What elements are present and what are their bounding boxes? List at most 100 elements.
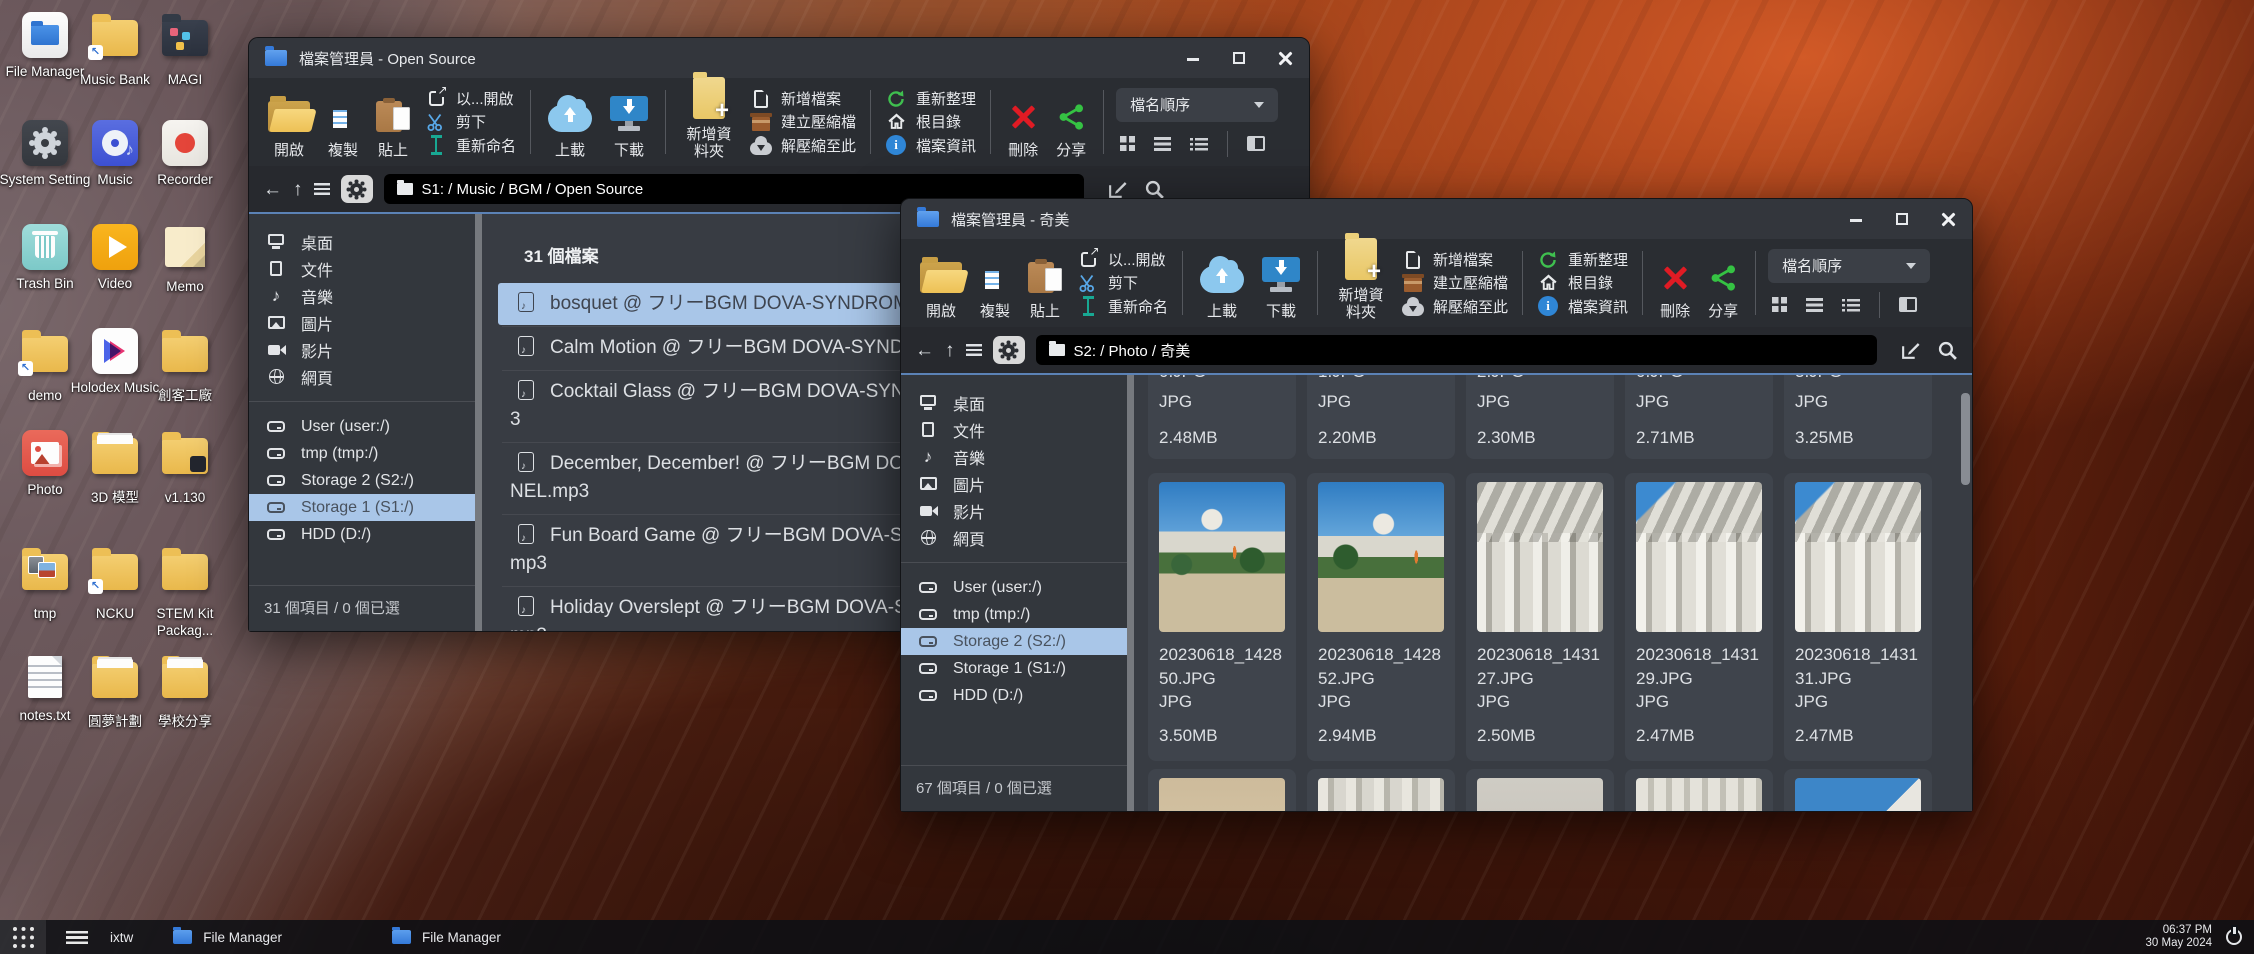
open-button[interactable]: 開啟 xyxy=(911,245,971,321)
back-button[interactable]: ← xyxy=(263,180,282,199)
sidebar-item-web[interactable]: 網頁 xyxy=(249,363,475,390)
cut-button[interactable]: 剪下 xyxy=(425,110,516,133)
new-file-button[interactable]: 新增檔案 xyxy=(750,87,856,110)
up-button[interactable]: ↑ xyxy=(945,341,955,360)
sidebar-splitter[interactable] xyxy=(1127,375,1134,811)
rename-button[interactable]: 重新命名 xyxy=(425,134,516,157)
sidebar-item-documents[interactable]: 文件 xyxy=(901,416,1127,443)
desktop-icon-v1130[interactable]: v1.130 xyxy=(150,430,220,506)
download-button[interactable]: 下載 xyxy=(601,84,657,160)
photo-cell[interactable]: 20230618_143129.JPGJPG2.47MB xyxy=(1625,473,1773,761)
sidebar-item-videos[interactable]: 影片 xyxy=(901,497,1127,524)
photo-cell-partial[interactable]: 0.JPGJPG2.48MB xyxy=(1148,375,1296,459)
sidebar-drive-tmp[interactable]: tmp (tmp:/) xyxy=(249,440,475,467)
file-info-button[interactable]: 檔案資訊 xyxy=(885,134,976,157)
sidebar-item-music[interactable]: ♪音樂 xyxy=(249,282,475,309)
refresh-button[interactable]: 重新整理 xyxy=(885,87,976,110)
address-bar[interactable]: S2: / Photo / 奇美 xyxy=(1036,335,1878,365)
sidebar-item-music[interactable]: ♪音樂 xyxy=(901,443,1127,470)
list-view-button[interactable] xyxy=(1806,298,1823,312)
open-with-button[interactable]: 以...開啟 xyxy=(1077,248,1168,271)
maximize-button[interactable] xyxy=(1894,211,1910,227)
extract-here-button[interactable]: 解壓縮至此 xyxy=(750,134,856,157)
copy-button[interactable]: 複製 xyxy=(319,84,367,160)
open-with-button[interactable]: 以...開啟 xyxy=(425,87,516,110)
sidebar-drive-hdd[interactable]: HDD (D:/) xyxy=(249,521,475,548)
cut-button[interactable]: 剪下 xyxy=(1077,271,1168,294)
vertical-scrollbar[interactable] xyxy=(1961,393,1970,485)
back-button[interactable]: ← xyxy=(915,341,934,360)
up-button[interactable]: ↑ xyxy=(293,180,303,199)
desktop-icon-recorder[interactable]: Recorder xyxy=(150,120,220,188)
taskbar-task-file-manager-1[interactable]: File Manager xyxy=(159,920,296,954)
grid-view-button[interactable] xyxy=(1120,136,1135,151)
maximize-button[interactable] xyxy=(1231,50,1247,66)
sidebar-drive-storage2-selected[interactable]: Storage 2 (S2:/) xyxy=(901,628,1127,655)
share-button[interactable]: 分享 xyxy=(1047,84,1095,160)
close-button[interactable] xyxy=(1277,50,1293,66)
sort-order-dropdown[interactable]: 檔名順序 xyxy=(1768,249,1930,283)
detail-view-button[interactable] xyxy=(1190,137,1208,151)
photo-cell-partial[interactable] xyxy=(1466,769,1614,811)
sidebar-item-pictures[interactable]: 圖片 xyxy=(901,470,1127,497)
desktop-icon-stem-kit[interactable]: STEM Kit Packag... xyxy=(150,546,220,639)
paste-button[interactable]: 貼上 xyxy=(1019,245,1071,321)
photo-cell-partial[interactable] xyxy=(1148,769,1296,811)
new-file-button[interactable]: 新增檔案 xyxy=(1402,248,1508,271)
new-folder-button[interactable]: 新增資料夾 xyxy=(1326,245,1396,321)
close-button[interactable] xyxy=(1940,211,1956,227)
delete-button[interactable]: 刪除 xyxy=(999,84,1047,160)
detail-view-button[interactable] xyxy=(1842,298,1860,312)
titlebar[interactable]: 檔案管理員 - 奇美 xyxy=(901,199,1972,239)
photo-cell-partial[interactable] xyxy=(1784,769,1932,811)
menu-button[interactable] xyxy=(314,183,330,195)
sidebar-drive-storage1-selected[interactable]: Storage 1 (S1:/) xyxy=(249,494,475,521)
desktop-icon-magi[interactable]: MAGI xyxy=(150,12,220,88)
taskbar-task-file-manager-2[interactable]: File Manager xyxy=(378,920,515,954)
titlebar[interactable]: 檔案管理員 - Open Source xyxy=(249,38,1309,78)
sidebar-item-videos[interactable]: 影片 xyxy=(249,336,475,363)
photo-cell-partial[interactable]: 1.JPGJPG2.20MB xyxy=(1307,375,1455,459)
open-button[interactable]: 開啟 xyxy=(259,84,319,160)
share-button[interactable]: 分享 xyxy=(1699,245,1747,321)
sidebar-drive-tmp[interactable]: tmp (tmp:/) xyxy=(901,601,1127,628)
new-folder-button[interactable]: 新增資料夾 xyxy=(674,84,744,160)
photo-cell[interactable]: 20230618_143127.JPGJPG2.50MB xyxy=(1466,473,1614,761)
photo-cell[interactable]: 20230618_142850.JPGJPG3.50MB xyxy=(1148,473,1296,761)
grid-view-button[interactable] xyxy=(1772,297,1787,312)
upload-button[interactable]: 上載 xyxy=(539,84,601,160)
desktop-icon-maker-factory[interactable]: 創客工廠 xyxy=(150,328,220,404)
sidebar-item-desktop[interactable]: 桌面 xyxy=(249,228,475,255)
paste-button[interactable]: 貼上 xyxy=(367,84,419,160)
app-launcher-button[interactable] xyxy=(0,920,46,954)
photo-cell-partial[interactable]: 0.JPGJPG2.71MB xyxy=(1625,375,1773,459)
settings-button[interactable] xyxy=(993,336,1025,364)
search-icon[interactable] xyxy=(1144,179,1165,200)
search-icon[interactable] xyxy=(1937,340,1958,361)
column-view-button[interactable] xyxy=(1899,297,1917,312)
sidebar-drive-storage1[interactable]: Storage 1 (S1:/) xyxy=(901,655,1127,682)
photo-cell[interactable]: 20230618_142852.JPGJPG2.94MB xyxy=(1307,473,1455,761)
copy-button[interactable]: 複製 xyxy=(971,245,1019,321)
minimize-button[interactable] xyxy=(1848,211,1864,227)
sidebar-drive-user[interactable]: User (user:/) xyxy=(901,574,1127,601)
edit-path-icon[interactable] xyxy=(1107,179,1128,200)
photo-cell-partial[interactable]: 3.JPGJPG3.25MB xyxy=(1784,375,1932,459)
settings-button[interactable] xyxy=(341,175,373,203)
edit-path-icon[interactable] xyxy=(1900,340,1921,361)
list-view-button[interactable] xyxy=(1154,137,1171,151)
delete-button[interactable]: 刪除 xyxy=(1651,245,1699,321)
refresh-button[interactable]: 重新整理 xyxy=(1537,248,1628,271)
rename-button[interactable]: 重新命名 xyxy=(1077,295,1168,318)
create-archive-button[interactable]: 建立壓縮檔 xyxy=(1402,271,1508,294)
sidebar-item-pictures[interactable]: 圖片 xyxy=(249,309,475,336)
sidebar-item-web[interactable]: 網頁 xyxy=(901,524,1127,551)
sidebar-item-documents[interactable]: 文件 xyxy=(249,255,475,282)
column-view-button[interactable] xyxy=(1247,136,1265,151)
sort-order-dropdown[interactable]: 檔名順序 xyxy=(1116,88,1278,122)
desktop-icon-holodex-music[interactable]: Holodex Music xyxy=(80,328,150,396)
power-icon[interactable] xyxy=(2226,929,2242,945)
sidebar-splitter[interactable] xyxy=(475,214,482,631)
sidebar-drive-user[interactable]: User (user:/) xyxy=(249,413,475,440)
sidebar-drive-hdd[interactable]: HDD (D:/) xyxy=(901,682,1127,709)
